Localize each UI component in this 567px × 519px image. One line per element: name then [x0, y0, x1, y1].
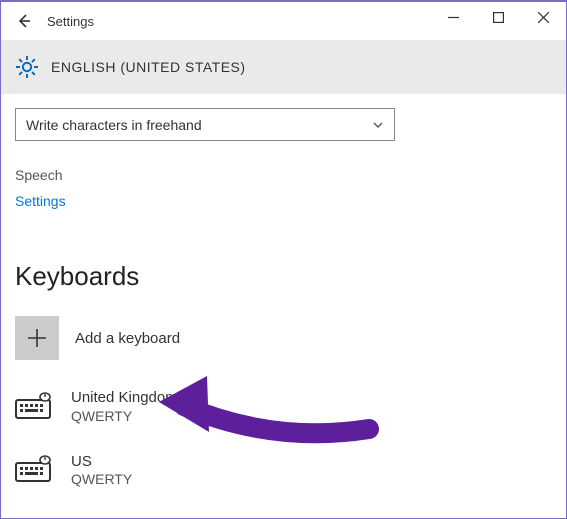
maximize-button[interactable]: [476, 2, 521, 32]
title-bar: Settings: [1, 2, 566, 40]
minimize-icon: [448, 12, 459, 23]
keyboard-layout: QWERTY: [71, 408, 178, 424]
keyboard-item[interactable]: United Kingdom QWERTY: [15, 388, 552, 424]
speech-label: Speech: [15, 167, 552, 183]
keyboard-layout: QWERTY: [71, 471, 132, 487]
keyboard-item[interactable]: US QWERTY: [15, 452, 552, 488]
gear-icon: [15, 55, 39, 79]
back-button[interactable]: [1, 2, 47, 40]
window-title: Settings: [47, 14, 94, 29]
window-controls: [431, 2, 566, 32]
close-button[interactable]: [521, 2, 566, 32]
close-icon: [538, 12, 549, 23]
minimize-button[interactable]: [431, 2, 476, 32]
keyboard-item-text: United Kingdom QWERTY: [71, 388, 178, 424]
page-header: ENGLISH (UNITED STATES): [1, 40, 566, 94]
keyboard-icon: [15, 391, 55, 421]
back-arrow-icon: [15, 12, 33, 30]
keyboard-name: US: [71, 452, 132, 472]
plus-icon-box: [15, 316, 59, 360]
keyboard-icon: [15, 454, 55, 484]
chevron-down-icon: [372, 119, 384, 131]
dropdown-selected-value: Write characters in freehand: [26, 117, 202, 133]
keyboard-name: United Kingdom: [71, 388, 178, 408]
add-keyboard-button[interactable]: Add a keyboard: [15, 316, 552, 360]
maximize-icon: [493, 12, 504, 23]
content-area: Write characters in freehand Speech Sett…: [1, 94, 566, 487]
settings-window: Settings ENGLISH (UNITED STATES) Write c…: [0, 0, 567, 519]
add-keyboard-label: Add a keyboard: [75, 330, 180, 347]
handwriting-dropdown[interactable]: Write characters in freehand: [15, 108, 395, 141]
keyboard-item-text: US QWERTY: [71, 452, 132, 488]
plus-icon: [26, 327, 48, 349]
page-title: ENGLISH (UNITED STATES): [51, 59, 246, 75]
keyboards-heading: Keyboards: [15, 261, 552, 292]
speech-settings-link[interactable]: Settings: [15, 193, 552, 209]
